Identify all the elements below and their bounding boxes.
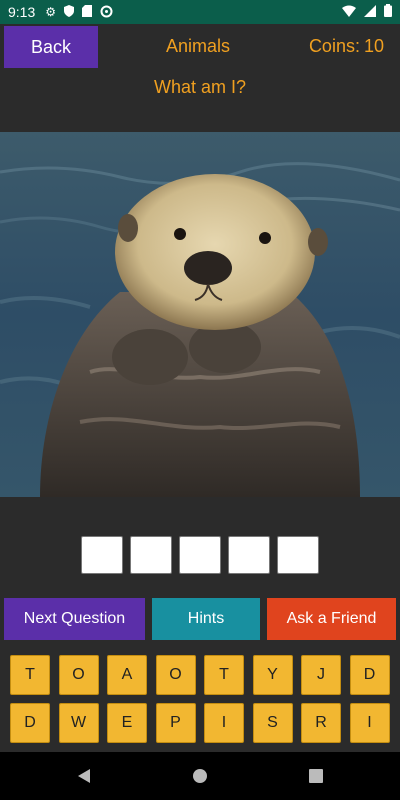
letter-key[interactable]: D	[349, 655, 390, 695]
hints-button[interactable]: Hints	[152, 598, 260, 640]
letter-key[interactable]: W	[58, 703, 99, 743]
data-saver-icon	[100, 5, 113, 20]
letter-key[interactable]: E	[107, 703, 147, 743]
coins-label: Coins:	[308, 36, 360, 56]
answer-slot[interactable]	[277, 536, 319, 574]
sd-card-icon	[82, 5, 93, 19]
nav-back-icon[interactable]	[76, 768, 92, 789]
answer-slot[interactable]	[81, 536, 123, 574]
letter-key[interactable]: T	[204, 655, 244, 695]
letter-key[interactable]: Y	[252, 655, 293, 695]
status-bar: 9:13 ⚙	[0, 0, 400, 24]
shield-icon	[64, 5, 75, 19]
answer-slots	[0, 536, 400, 574]
question-text: What am I?	[153, 77, 247, 97]
nav-home-icon[interactable]	[192, 768, 208, 789]
game-screen: 9:13 ⚙ Back Animals Coins:10 What am I?	[0, 0, 400, 800]
navigation-bar	[0, 752, 400, 800]
sea-otter-image	[0, 132, 400, 497]
letter-key[interactable]: J	[301, 655, 341, 695]
letter-key[interactable]: S	[252, 703, 293, 743]
letter-key[interactable]: P	[155, 703, 196, 743]
answer-slot[interactable]	[179, 536, 221, 574]
letter-key[interactable]: D	[10, 703, 50, 743]
ask-friend-button[interactable]: Ask a Friend	[267, 598, 396, 640]
settings-icon: ⚙	[45, 5, 57, 19]
letter-key[interactable]: O	[155, 655, 196, 695]
coins-counter: Coins: 10	[309, 36, 384, 57]
letter-key[interactable]: I	[204, 703, 244, 743]
letter-key[interactable]: T	[10, 655, 50, 695]
next-question-button[interactable]: Next Question	[4, 598, 145, 640]
wifi-icon	[342, 4, 356, 20]
category-title: Animals	[165, 36, 231, 56]
answer-slot[interactable]	[228, 536, 270, 574]
answer-slot[interactable]	[130, 536, 172, 574]
battery-icon	[384, 4, 392, 20]
signal-icon	[364, 4, 376, 20]
letter-key[interactable]: I	[349, 703, 390, 743]
letter-key[interactable]: A	[107, 655, 147, 695]
back-button[interactable]: Back	[4, 26, 98, 68]
coins-value: 10	[363, 36, 384, 56]
letter-key[interactable]: R	[301, 703, 341, 743]
letter-key[interactable]: O	[58, 655, 99, 695]
status-time: 9:13	[8, 4, 36, 20]
letter-keyboard: T O A O T Y J D D W E P I S R I	[10, 655, 390, 743]
nav-recents-icon[interactable]	[308, 768, 324, 789]
